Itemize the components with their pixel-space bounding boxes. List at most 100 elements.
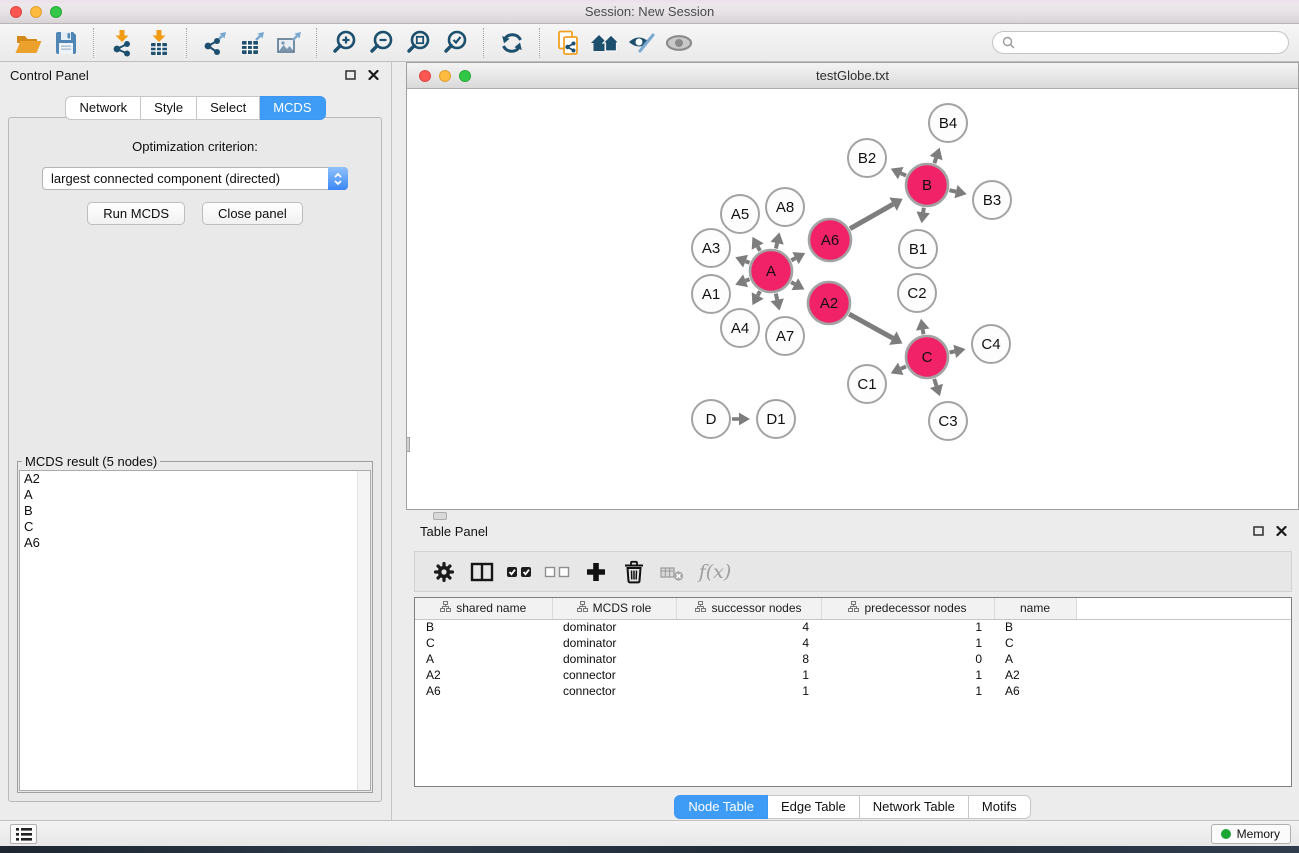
graph-node-D1[interactable]: D1 <box>757 400 795 438</box>
tab-network[interactable]: Network <box>65 96 141 120</box>
node-table[interactable]: shared nameMCDS rolesuccessor nodesprede… <box>414 597 1292 787</box>
delete-table-button[interactable] <box>653 554 691 590</box>
delete-column-button[interactable] <box>615 554 653 590</box>
graph-edge-A-A4[interactable] <box>752 291 764 305</box>
show-columns-button[interactable] <box>463 554 501 590</box>
import-network-button[interactable] <box>103 26 140 60</box>
float-panel-button[interactable] <box>345 70 356 80</box>
graph-node-C1[interactable]: C1 <box>848 365 886 403</box>
network-canvas[interactable]: B4B2BB3A5A8A6A3B1AA1C2A2A4A7C4CC1C3DD1 <box>407 90 1298 509</box>
table-cell[interactable]: 4 <box>676 635 821 651</box>
graph-edge-D-D1[interactable] <box>732 413 750 426</box>
table-cell[interactable]: A6 <box>415 683 552 699</box>
table-cell[interactable]: dominator <box>552 619 676 635</box>
graph-node-A[interactable]: A <box>750 250 792 292</box>
tab-style[interactable]: Style <box>141 96 197 120</box>
graph-node-A7[interactable]: A7 <box>766 317 804 355</box>
tab-edge-table[interactable]: Edge Table <box>768 795 860 819</box>
zoom-out-button[interactable] <box>363 26 400 60</box>
graph-edge-B-B4[interactable] <box>930 148 943 164</box>
function-builder-button[interactable]: f(x) <box>691 554 739 590</box>
table-row[interactable]: A6connector11A6 <box>415 683 1291 699</box>
graph-node-C3[interactable]: C3 <box>929 402 967 440</box>
graph-edge-B-B3[interactable] <box>949 185 966 198</box>
table-cell[interactable]: 0 <box>821 651 994 667</box>
zoom-fit-button[interactable] <box>400 26 437 60</box>
graph-node-B3[interactable]: B3 <box>973 181 1011 219</box>
result-item[interactable]: B <box>20 503 370 519</box>
splitter-stub-vertical[interactable] <box>406 437 410 452</box>
graph-node-D[interactable]: D <box>692 400 730 438</box>
duplicate-network-button[interactable] <box>549 26 586 60</box>
table-settings-button[interactable] <box>425 554 463 590</box>
result-item[interactable]: A <box>20 487 370 503</box>
result-scrollbar[interactable] <box>357 471 370 790</box>
table-cell[interactable]: C <box>415 635 552 651</box>
tab-motifs[interactable]: Motifs <box>969 795 1031 819</box>
table-row[interactable]: Cdominator41C <box>415 635 1291 651</box>
table-cell[interactable]: 1 <box>676 667 821 683</box>
table-cell[interactable]: connector <box>552 667 676 683</box>
zoom-selected-button[interactable] <box>437 26 474 60</box>
graph-edge-A-A7[interactable] <box>771 293 784 310</box>
table-close-button[interactable] <box>1276 526 1287 536</box>
graph-node-B2[interactable]: B2 <box>848 139 886 177</box>
column-header-shared-name[interactable]: shared name <box>415 598 552 619</box>
graph-edge-A2-C[interactable] <box>849 314 902 345</box>
graph-edge-C-C2[interactable] <box>916 319 929 335</box>
table-row[interactable]: Adominator80A <box>415 651 1291 667</box>
graph-edge-A6-B[interactable] <box>850 198 903 229</box>
graph-node-A2[interactable]: A2 <box>808 282 850 324</box>
export-table-button[interactable] <box>233 26 270 60</box>
table-cell[interactable]: B <box>415 619 552 635</box>
tab-network-table[interactable]: Network Table <box>860 795 969 819</box>
graph-edge-A-A5[interactable] <box>752 237 764 251</box>
apply-layout-button[interactable] <box>493 26 530 60</box>
graph-edge-A-A3[interactable] <box>735 255 749 268</box>
table-cell[interactable]: A <box>415 651 552 667</box>
zoom-window-button[interactable] <box>50 6 62 18</box>
toggle-graphics-details-button[interactable] <box>623 26 660 60</box>
column-header-successor-nodes[interactable]: successor nodes <box>676 598 821 619</box>
select-all-columns-button[interactable] <box>501 554 539 590</box>
import-table-button[interactable] <box>140 26 177 60</box>
table-cell[interactable]: B <box>994 619 1076 635</box>
table-float-button[interactable] <box>1253 526 1264 536</box>
graph-node-B[interactable]: B <box>906 164 948 206</box>
tab-node-table[interactable]: Node Table <box>674 795 768 819</box>
graph-node-A5[interactable]: A5 <box>721 195 759 233</box>
graph-node-A6[interactable]: A6 <box>809 219 851 261</box>
table-cell[interactable]: A <box>994 651 1076 667</box>
table-cell[interactable]: 4 <box>676 619 821 635</box>
zoom-in-button[interactable] <box>326 26 363 60</box>
close-panel-button[interactable] <box>368 70 379 80</box>
search-field[interactable] <box>992 31 1289 54</box>
column-header-name[interactable]: name <box>994 598 1076 619</box>
graph-edge-A-A1[interactable] <box>735 274 749 287</box>
tab-mcds[interactable]: MCDS <box>260 96 325 120</box>
close-window-button[interactable] <box>10 6 22 18</box>
graph-edge-C-C4[interactable] <box>950 345 966 358</box>
graph-node-A4[interactable]: A4 <box>721 309 759 347</box>
search-input[interactable] <box>1020 34 1288 52</box>
network-minimize-button[interactable] <box>439 70 451 82</box>
result-item[interactable]: C <box>20 519 370 535</box>
table-cell[interactable]: 1 <box>821 683 994 699</box>
column-header-mcds-role[interactable]: MCDS role <box>552 598 676 619</box>
task-history-button[interactable] <box>10 824 37 844</box>
table-cell[interactable]: connector <box>552 683 676 699</box>
memory-button[interactable]: Memory <box>1211 824 1291 844</box>
save-session-button[interactable] <box>47 26 84 60</box>
graph-edge-B-B2[interactable] <box>891 167 906 179</box>
graph-node-C[interactable]: C <box>906 336 948 378</box>
graph-edge-B-B1[interactable] <box>916 208 929 223</box>
column-header-predecessor-nodes[interactable]: predecessor nodes <box>821 598 994 619</box>
create-column-button[interactable] <box>577 554 615 590</box>
graph-edge-C-C3[interactable] <box>930 379 943 396</box>
table-cell[interactable]: dominator <box>552 635 676 651</box>
table-cell[interactable]: A2 <box>994 667 1076 683</box>
graph-node-A3[interactable]: A3 <box>692 229 730 267</box>
graph-node-B1[interactable]: B1 <box>899 230 937 268</box>
table-cell[interactable]: C <box>994 635 1076 651</box>
table-row[interactable]: Bdominator41B <box>415 619 1291 635</box>
